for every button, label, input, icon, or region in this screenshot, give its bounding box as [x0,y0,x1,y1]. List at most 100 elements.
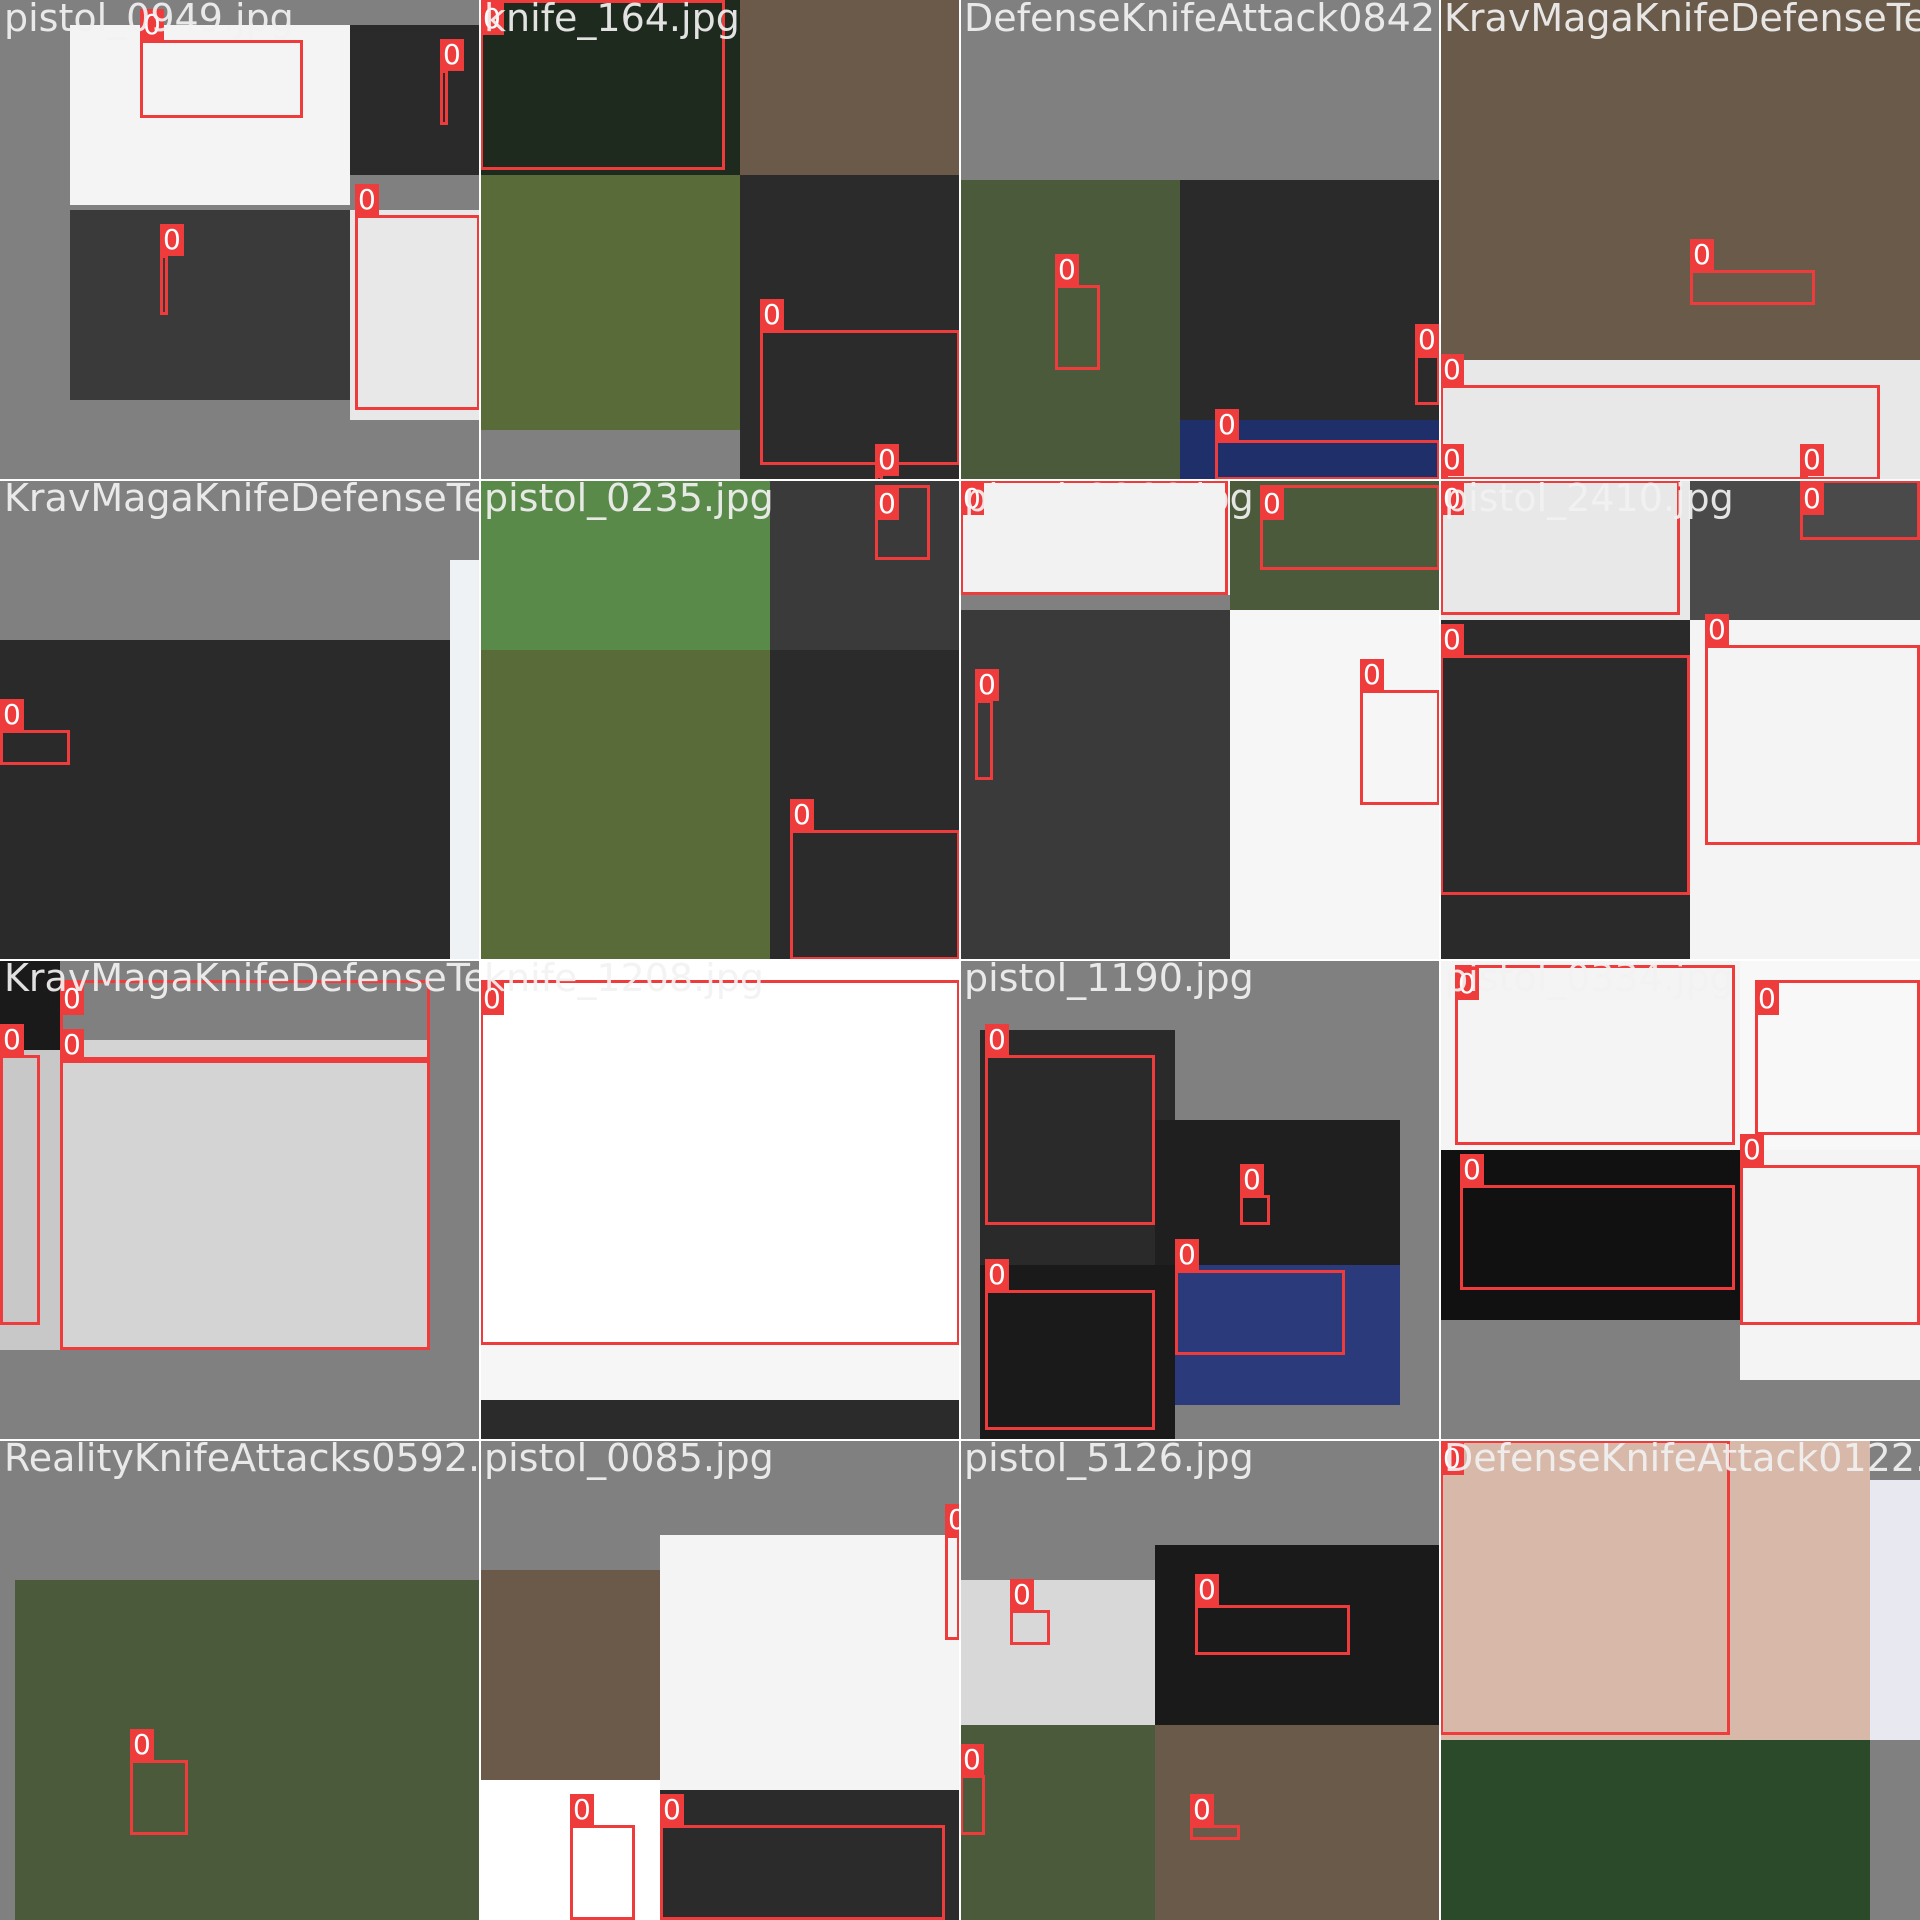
mosaic-tile: 0 knife_1208.jpg [480,960,960,1440]
tile-filename-label: pistol_0235.jpg [484,480,774,520]
detection-class-tag: 0 [1705,614,1729,646]
mosaic-tile: 0 0 0 pistol_0085.jpg [480,1440,960,1920]
tile-photo [1180,180,1440,420]
detection-box: 0 [140,9,303,118]
mosaic-tile: 0 0 0 DefenseKnifeAttack0842.jpg [960,0,1440,480]
detection-box: 0 [790,799,960,960]
tile-separator [1439,0,1441,1920]
tile-filename-label: pistol_2266.jpg [964,480,1254,520]
detection-box: 0 [0,699,70,765]
detection-box: 0 [570,1794,635,1920]
detection-class-tag: 0 [0,699,24,731]
tile-photo [1870,1480,1920,1740]
tile-photo [960,1580,1155,1725]
detection-class-tag: 0 [160,224,184,256]
detection-box: 0 [660,1794,945,1920]
detection-box: 0 [1440,624,1690,895]
detection-class-tag: 0 [985,1024,1009,1056]
tile-filename-label: DefenseKnifeAttack0842.jpg [964,0,1440,40]
detection-box: 0 [480,980,960,1345]
tile-photo [1440,0,1920,360]
detection-box: 0 [355,184,480,410]
detection-class-tag: 0 [1690,239,1714,271]
detection-class-tag: 0 [1360,659,1384,691]
tile-filename-label: pistol_0085.jpg [484,1440,774,1480]
tile-filename-label: pistol_0334.jpg [1444,960,1734,1000]
detection-class-tag: 0 [975,669,999,701]
detection-class-tag: 0 [1460,1154,1484,1186]
mosaic-tile: 0 0 0 0 KravMagaKnifeDefenseTech [1440,0,1920,480]
mosaic-tile: 0DefenseKnifeAttack0122.jpg [1440,1440,1920,1920]
tile-filename-label: DefenseKnifeAttack0122.jpg [1444,1440,1920,1480]
detection-class-tag: 0 [1440,444,1464,476]
detection-class-tag: 0 [1195,1574,1219,1606]
detection-class-tag: 0 [1215,409,1239,441]
tile-filename-label: pistol_0949.jpg [4,0,294,40]
detection-class-tag: 0 [960,1744,984,1776]
detection-box: 0 [1055,254,1100,370]
detection-class-tag: 0 [1800,444,1824,476]
tile-filename-label: knife_1208.jpg [484,960,764,1000]
detection-class-tag: 0 [570,1794,594,1826]
tile-photo [480,650,770,960]
detection-class-tag: 0 [355,184,379,216]
detection-box: 0 [985,1259,1155,1430]
tile-photo [480,1570,660,1780]
tile-photo [15,1580,480,1920]
detection-box: 0 [1800,480,1920,540]
detection-class-tag: 0 [660,1794,684,1826]
detection-class-tag: 0 [1010,1579,1034,1611]
detection-class-tag: 0 [1055,254,1079,286]
detection-box: 0 [1755,980,1920,1135]
detection-box: 0 [975,669,999,780]
detection-box: 0 [1175,1239,1345,1355]
tile-separator [0,959,1920,961]
detection-box: 0 [1440,1440,1730,1735]
tile-filename-label: RealityKnifeAttacks0592.jpg [4,1440,480,1480]
mosaic-tile: 0 0 0 0 pistol_2266.jpg [960,480,1440,960]
tile-filename-label: pistol_2410.jpg [1444,480,1734,520]
mosaic-tile: 0 0 0 0 pistol_0949.jpg [0,0,480,480]
detection-box: 0 [760,299,960,465]
mosaic-tile: 0 0 0 knife_164.jpg [480,0,960,480]
tile-filename-label: knife_164.jpg [484,0,740,40]
mosaic-tile: 0 0 0 0 pistol_1190.jpg [960,960,1440,1440]
detection-box: 0 [1740,1134,1920,1325]
tile-filename-label: KravMagaKnifeDefenseTech [1444,0,1920,40]
detection-class-tag: 0 [945,1504,960,1536]
detection-class-tag: 0 [130,1729,154,1761]
detection-box: 0 [1415,324,1440,405]
mosaic-tile: 0 0 0 KravMagaKnifeDefenseTech [0,960,480,1440]
detection-class-tag: 0 [1440,624,1464,656]
detection-class-tag: 0 [1415,324,1439,356]
detection-box: 0 [945,1504,960,1640]
detection-box: 0 [1460,1154,1735,1290]
detection-class-tag: 0 [1800,483,1824,515]
detection-class-tag: 0 [1240,1164,1264,1196]
mosaic-tile: 0 0 0 0 pistol_5126.jpg [960,1440,1440,1920]
tile-photo [1440,1740,1870,1920]
detection-class-tag: 0 [875,444,899,476]
tile-photo [480,175,740,430]
detection-box: 0 [1215,409,1440,480]
detection-class-tag: 0 [1755,983,1779,1015]
detection-box: 0 [1010,1579,1050,1645]
detection-class-tag: 0 [760,299,784,331]
detection-box: 0 [875,485,930,560]
tile-filename-label: KravMagaKnifeDefenseTech [4,480,480,520]
detection-class-tag: 0 [1440,354,1464,386]
tile-photo [0,640,450,960]
detection-class-tag: 0 [440,39,464,71]
tile-photo [70,210,350,400]
detection-class-tag: 0 [790,799,814,831]
tile-filename-label: KravMagaKnifeDefenseTech [4,960,480,1000]
mosaic-tile: 0 0 0 0 pistol_2410.jpg [1440,480,1920,960]
detection-class-tag: 0 [1740,1134,1764,1166]
mosaic-tile: 0 0 0 0 pistol_0334.jpg [1440,960,1920,1440]
detection-box: 0 [60,1029,430,1350]
detection-box: 0 [1360,659,1440,805]
detection-box: 0 [0,1024,40,1325]
tile-photo [660,1535,960,1805]
detection-class-tag: 0 [985,1259,1009,1291]
tile-photo [740,0,960,175]
